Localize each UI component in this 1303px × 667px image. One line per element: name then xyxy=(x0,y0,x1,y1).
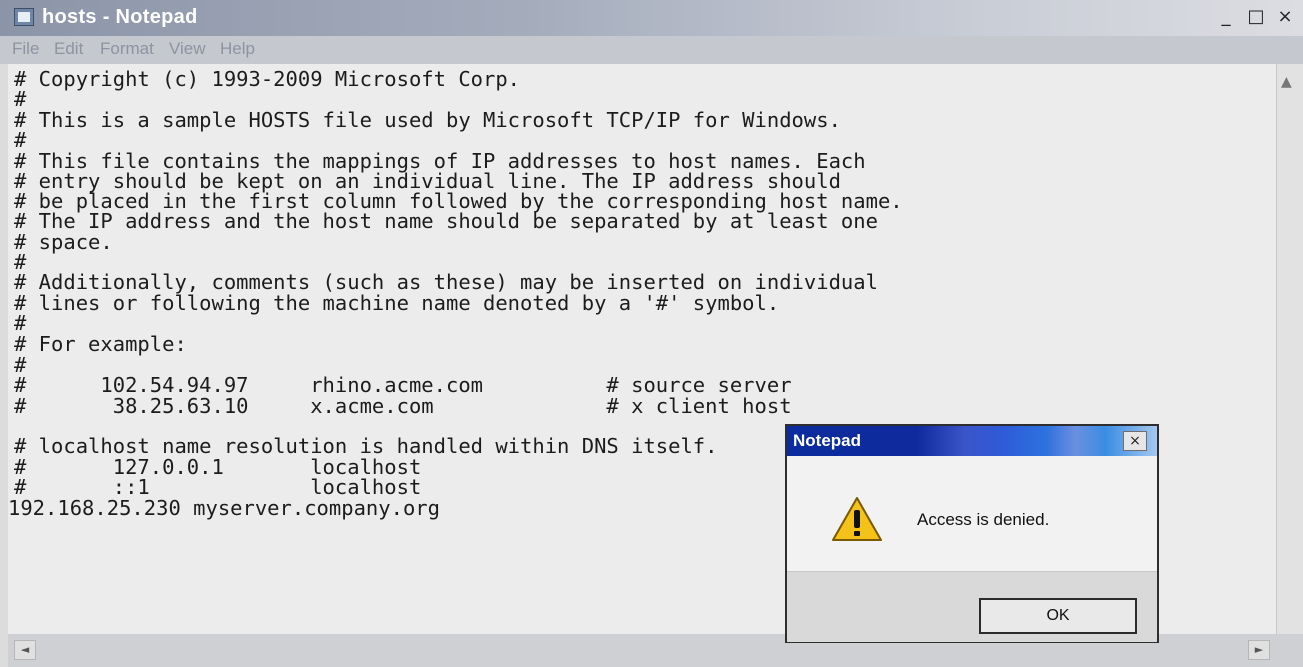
editor-line: # lines or following the machine name de… xyxy=(14,291,780,315)
menu-edit[interactable]: Edit xyxy=(54,39,83,59)
menu-bar: File Edit Format View Help xyxy=(0,36,1303,64)
menu-file[interactable]: File xyxy=(12,39,39,59)
editor-line: # Additionally, comments (such as these)… xyxy=(14,270,878,294)
editor-line: # localhost name resolution is handled w… xyxy=(14,434,718,458)
warning-icon xyxy=(832,497,882,541)
dialog-close-button[interactable]: × xyxy=(1123,431,1147,451)
dialog-title: Notepad xyxy=(793,431,861,450)
size-grip[interactable] xyxy=(1276,634,1303,667)
editor-line: # ::1 localhost xyxy=(14,475,422,499)
dialog-body: Access is denied. xyxy=(787,456,1157,571)
editor-line: # Copyright (c) 1993-2009 Microsoft Corp… xyxy=(14,67,521,91)
window-title: hosts - Notepad xyxy=(42,6,198,28)
close-button[interactable]: × xyxy=(1272,7,1298,29)
menu-view[interactable]: View xyxy=(169,39,206,59)
editor-line: # The IP address and the host name shoul… xyxy=(14,209,878,233)
editor-line: # This is a sample HOSTS file used by Mi… xyxy=(14,108,841,132)
dialog-title-bar: Notepad × xyxy=(787,426,1157,456)
editor-line: # space. xyxy=(14,230,113,254)
scroll-left-arrow-icon[interactable]: ◄ xyxy=(14,640,36,660)
editor-line: # xyxy=(14,128,27,152)
title-bar: hosts - Notepad _ □ × xyxy=(0,0,1303,36)
editor-line: # xyxy=(14,311,27,335)
editor-line: # 38.25.63.10 x.acme.com # x client host xyxy=(14,394,792,418)
ok-button[interactable]: OK xyxy=(979,598,1137,634)
notepad-app-icon[interactable] xyxy=(14,8,34,26)
minimize-button[interactable]: _ xyxy=(1212,7,1240,29)
maximize-button[interactable]: □ xyxy=(1244,7,1268,29)
editor-line: # For example: xyxy=(14,332,187,356)
menu-format[interactable]: Format xyxy=(100,39,154,59)
editor-line: 192.168.25.230 myserver.company.org xyxy=(8,496,440,520)
editor-line: # 102.54.94.97 rhino.acme.com # source s… xyxy=(14,373,792,397)
dialog-message: Access is denied. xyxy=(917,510,1050,529)
error-dialog: Notepad × Access is denied. OK xyxy=(785,424,1159,643)
menu-help[interactable]: Help xyxy=(220,39,255,59)
scroll-up-arrow-icon[interactable]: ▲ xyxy=(1281,74,1292,90)
dialog-footer: OK xyxy=(787,571,1157,642)
scroll-right-arrow-icon[interactable]: ► xyxy=(1248,640,1270,660)
editor-line: # xyxy=(14,87,27,111)
vertical-scrollbar[interactable]: ▲ xyxy=(1276,64,1303,634)
